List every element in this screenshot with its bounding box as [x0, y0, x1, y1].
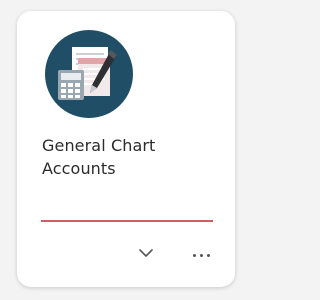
accent-divider — [41, 220, 213, 222]
more-horizontal-icon — [199, 253, 203, 257]
calculator-document-pen-icon — [45, 30, 133, 118]
more-horizontal-icon — [192, 253, 196, 257]
chevron-down-icon — [139, 249, 153, 257]
expand-button[interactable] — [134, 243, 158, 263]
tile-title[interactable]: General Chart Accounts — [42, 134, 212, 180]
page: General Chart Accounts — [0, 0, 248, 300]
more-options-button[interactable] — [189, 245, 213, 265]
more-horizontal-icon — [206, 253, 210, 257]
app-tile-card[interactable]: General Chart Accounts — [17, 11, 235, 287]
